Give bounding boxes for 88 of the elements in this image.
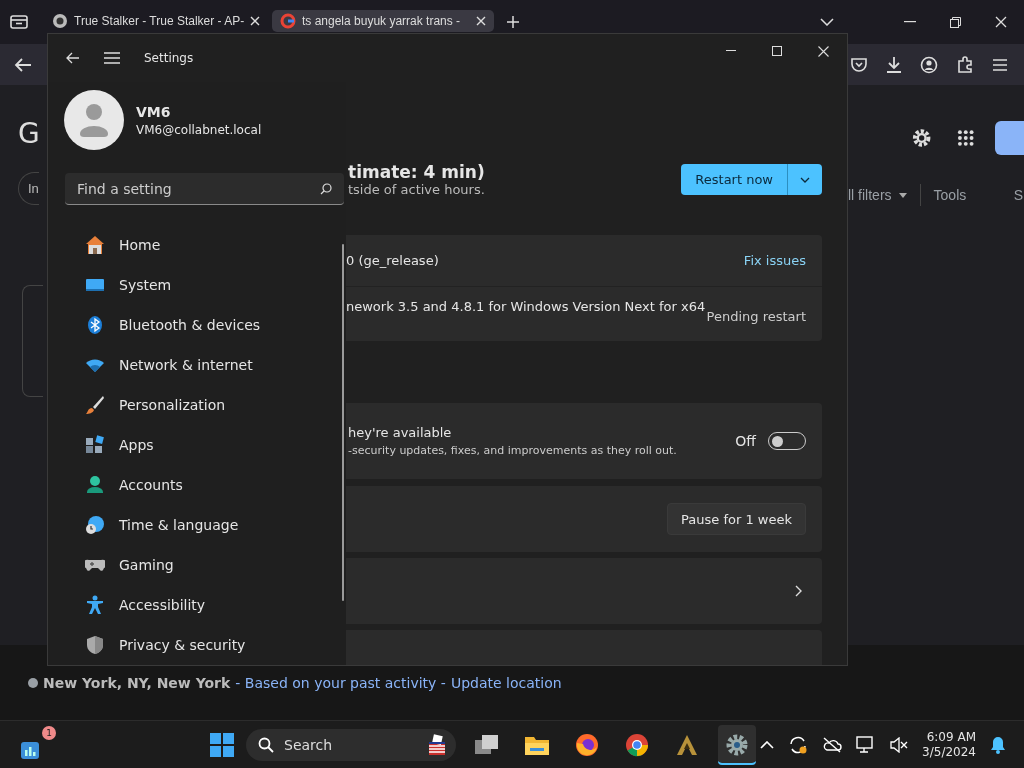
person-icon <box>85 475 105 495</box>
update-location-link[interactable]: Update location <box>450 674 562 691</box>
avatar-icon <box>64 90 124 150</box>
close-icon[interactable] <box>476 16 486 26</box>
nav-item[interactable]: Personalization <box>58 385 338 425</box>
search-icon <box>320 182 332 195</box>
google-icon <box>280 13 296 29</box>
notification-badge: 1 <box>42 725 56 740</box>
account-icon[interactable] <box>920 55 938 74</box>
back-icon[interactable] <box>14 56 32 73</box>
location-dot <box>28 677 38 688</box>
pocket-icon[interactable] <box>850 56 868 73</box>
gear-icon <box>725 732 749 757</box>
start-icon[interactable] <box>210 732 234 757</box>
clock-date[interactable]: 3/5/2024 <box>922 744 976 760</box>
window-title: Settings <box>144 51 194 65</box>
update-name: 0 (ge_release) <box>346 253 439 268</box>
nav-item[interactable]: Privacy & security <box>58 625 338 665</box>
filters-button[interactable]: ll filters <box>848 187 892 203</box>
nav-item[interactable]: Apps <box>58 425 338 465</box>
maximize-icon[interactable] <box>772 46 782 56</box>
volume-muted-icon[interactable] <box>890 736 909 753</box>
nav-item[interactable]: Accessibility <box>58 585 338 625</box>
restore-icon[interactable] <box>950 16 961 28</box>
puzzle-icon[interactable] <box>956 55 974 74</box>
bluetooth-icon <box>85 315 105 335</box>
nav-item[interactable]: Time & language <box>58 505 338 545</box>
back-icon[interactable] <box>66 52 80 64</box>
caret-icon <box>898 192 907 198</box>
menu-icon[interactable] <box>104 52 120 64</box>
accessibility-icon <box>85 595 105 615</box>
sync-icon[interactable] <box>788 734 809 755</box>
windows-icon <box>474 733 500 756</box>
brush-icon <box>85 395 105 415</box>
sign-in-button[interactable] <box>994 121 1024 155</box>
nav-item[interactable]: Accounts <box>58 465 338 505</box>
chrome-icon <box>625 732 649 757</box>
location-name: New York, NY, New York <box>43 674 231 691</box>
chevron-right-icon <box>795 585 802 597</box>
minimize-icon[interactable] <box>904 21 916 23</box>
taskbar-app[interactable] <box>718 724 756 765</box>
setting-title: hey're available <box>348 425 453 440</box>
toggle-label: Off <box>735 433 756 449</box>
update-subtext: tside of active hours. <box>348 182 485 197</box>
tools-button[interactable]: Tools <box>933 187 967 203</box>
apps-grid-icon[interactable] <box>957 129 975 147</box>
favicon-icon <box>52 13 68 29</box>
search-field[interactable]: Search <box>246 728 456 761</box>
firefox-icon <box>575 732 599 757</box>
chevron-down-icon <box>800 176 810 183</box>
minimize-icon[interactable] <box>726 50 736 52</box>
house-icon <box>85 235 105 255</box>
search-icon <box>258 736 274 753</box>
user-email: VM6@collabnet.local <box>136 122 262 137</box>
close-icon[interactable] <box>818 45 829 57</box>
ballot-box-icon <box>426 733 448 756</box>
user-name: VM6 <box>136 103 172 120</box>
chevron-down-icon[interactable] <box>820 18 834 26</box>
logo-letter: G <box>18 117 40 150</box>
cloud-off-icon[interactable] <box>822 736 843 753</box>
setting-description: -security updates, fixes, and improvements as they roll out. <box>348 444 678 457</box>
bell-icon[interactable] <box>990 735 1006 754</box>
search-field[interactable]: Find a setting <box>65 173 344 205</box>
apps-icon <box>85 435 105 455</box>
tab-list-icon[interactable] <box>10 14 28 30</box>
nav-item[interactable]: Network & internet <box>58 345 338 385</box>
chevron-up-icon[interactable] <box>760 740 775 749</box>
new-tab-icon[interactable] <box>506 15 520 29</box>
cut-tab[interactable]: S <box>1013 187 1023 203</box>
clock-time[interactable]: 6:09 AM <box>926 729 976 745</box>
close-icon[interactable] <box>250 16 261 26</box>
fix-issues-link[interactable]: Fix issues <box>743 253 806 268</box>
nav-item[interactable]: Gaming <box>58 545 338 585</box>
update-name: nework 3.5 and 4.8.1 for Windows Version Next for x64 <box>346 299 706 316</box>
globe-clock-icon <box>85 515 105 535</box>
location-source: - Based on your past activity - <box>235 674 446 691</box>
download-icon[interactable] <box>886 55 902 74</box>
pause-button[interactable]: Pause for 1 week <box>667 503 806 535</box>
nav-item[interactable]: Bluetooth & devices <box>58 305 338 345</box>
browser-tab[interactable]: ts angela buyuk yarrak trans - <box>272 10 494 32</box>
shield-icon <box>85 635 105 655</box>
close-icon[interactable] <box>995 16 1007 28</box>
update-heading: timate: 4 min) <box>348 162 485 182</box>
nav-item[interactable]: System <box>58 265 338 305</box>
update-status: Pending restart <box>706 309 806 326</box>
nav-item[interactable]: Home <box>58 225 338 265</box>
browser-tab[interactable]: True Stalker - True Stalker - AP- <box>44 10 266 32</box>
menu-icon[interactable] <box>992 57 1008 72</box>
